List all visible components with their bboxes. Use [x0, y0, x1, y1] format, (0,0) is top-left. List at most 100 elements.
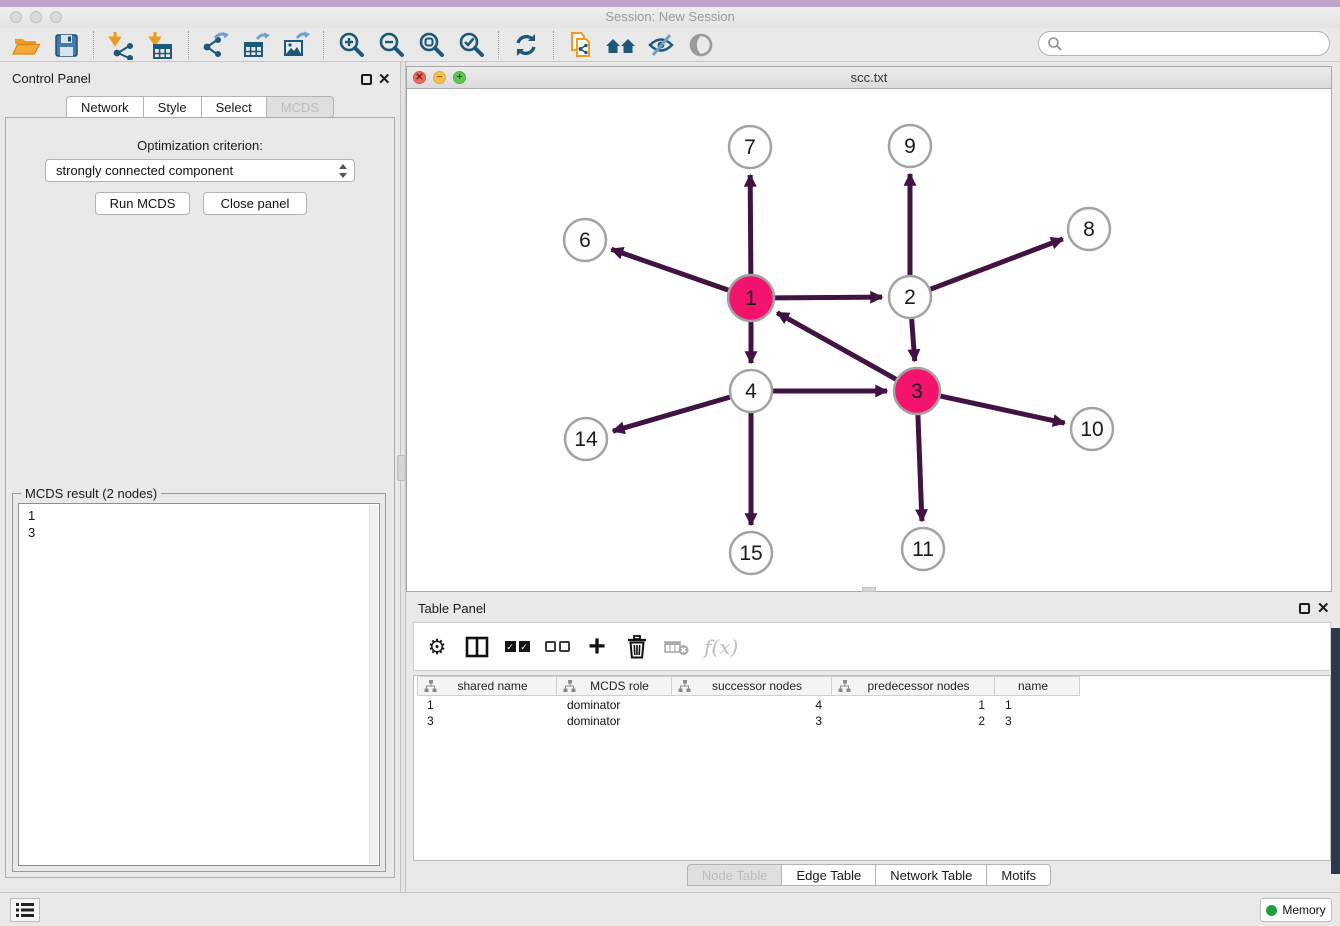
network-window-titlebar[interactable]: ✕ − + scc.txt: [407, 67, 1331, 89]
criterion-dropdown[interactable]: strongly connected component: [45, 159, 355, 182]
graph-node-11[interactable]: 11: [902, 528, 944, 570]
float-table-panel-icon[interactable]: [1299, 603, 1310, 614]
checked-box-icon: ✓: [505, 641, 516, 652]
table-settings-button[interactable]: ⚙: [424, 632, 450, 662]
table-row[interactable]: 1dominator411: [417, 697, 1327, 713]
tab-edge-table[interactable]: Edge Table: [781, 864, 875, 886]
memory-button[interactable]: Memory: [1260, 898, 1332, 922]
tab-node-table[interactable]: Node Table: [687, 864, 782, 886]
tab-select[interactable]: Select: [201, 96, 266, 118]
table-cell[interactable]: 3: [672, 713, 832, 729]
tab-network[interactable]: Network: [66, 96, 143, 118]
maximize-window-button[interactable]: [50, 11, 62, 23]
column-header-predecessor-nodes[interactable]: predecessor nodes: [832, 676, 995, 696]
column-header-name[interactable]: name: [995, 676, 1080, 696]
table-cell[interactable]: 4: [672, 697, 832, 713]
zoom-in-button[interactable]: [331, 29, 371, 61]
import-table-button[interactable]: [141, 29, 181, 61]
search-input[interactable]: [1063, 34, 1329, 54]
graph-edge-2-8[interactable]: [931, 239, 1063, 289]
network-canvas[interactable]: 1 2 3 4 6 7 8 9 10 11 14 15: [407, 89, 1331, 591]
zoom-selected-button[interactable]: [451, 29, 491, 61]
divider-handle[interactable]: [397, 455, 406, 481]
graph-edge-3-11[interactable]: [918, 415, 922, 521]
graph-node-7[interactable]: 7: [729, 126, 771, 168]
refresh-view-button[interactable]: [506, 29, 546, 61]
add-column-button[interactable]: +: [584, 632, 610, 662]
table-cell[interactable]: 3: [995, 713, 1080, 729]
table-body: 1dominator4113dominator323: [417, 697, 1327, 729]
tab-mcds[interactable]: MCDS: [266, 96, 334, 118]
table-cell[interactable]: 2: [832, 713, 995, 729]
column-header-label: successor nodes: [691, 679, 831, 693]
table-cell[interactable]: dominator: [557, 697, 672, 713]
graph-node-1[interactable]: 1: [728, 275, 774, 321]
table-cell[interactable]: 1: [417, 697, 557, 713]
export-network-button[interactable]: [196, 29, 236, 61]
export-image-button[interactable]: [276, 29, 316, 61]
window-title: Session: New Session: [0, 7, 1340, 27]
function-builder-button[interactable]: f(x): [704, 632, 738, 662]
minimize-window-button[interactable]: [30, 11, 42, 23]
table-cell[interactable]: 1: [832, 697, 995, 713]
table-cell[interactable]: dominator: [557, 713, 672, 729]
graph-node-6[interactable]: 6: [564, 219, 606, 261]
graph-edge-4-14[interactable]: [613, 397, 730, 431]
export-table-button[interactable]: [236, 29, 276, 61]
graph-edge-2-3[interactable]: [912, 319, 915, 361]
graph-node-4[interactable]: 4: [730, 370, 772, 412]
close-window-button[interactable]: [10, 11, 22, 23]
graph-node-3[interactable]: 3: [894, 368, 940, 414]
column-header-shared-name[interactable]: shared name: [417, 676, 557, 696]
graph-edge-3-10[interactable]: [940, 396, 1064, 423]
graph-node-14[interactable]: 14: [565, 418, 607, 460]
network-maximize-button[interactable]: +: [453, 71, 466, 84]
graph-node-8[interactable]: 8: [1068, 208, 1110, 250]
column-header-successor-nodes[interactable]: successor nodes: [672, 676, 832, 696]
result-scrollbar[interactable]: [369, 505, 378, 864]
chevron-up-down-icon: [338, 163, 348, 185]
float-panel-icon[interactable]: [361, 74, 372, 85]
table-toolbar: ⚙ ✓✓ + f(x): [413, 622, 1331, 671]
graph-edge-1-6[interactable]: [611, 249, 728, 290]
graph-edge-1-7[interactable]: [750, 175, 751, 274]
home-button[interactable]: [601, 29, 641, 61]
save-session-button[interactable]: [46, 29, 86, 61]
graph-edge-3-1[interactable]: [777, 313, 896, 380]
delete-table-button[interactable]: [664, 632, 690, 662]
split-panel-button[interactable]: [464, 632, 490, 662]
toggle-visibility-button[interactable]: [641, 29, 681, 61]
close-panel-button[interactable]: Close panel: [203, 192, 307, 215]
task-history-button[interactable]: [10, 898, 40, 922]
open-session-button[interactable]: [6, 29, 46, 61]
table-row[interactable]: 3dominator323: [417, 713, 1327, 729]
network-resize-handle[interactable]: [862, 587, 876, 592]
tab-style[interactable]: Style: [143, 96, 201, 118]
network-close-button[interactable]: ✕: [413, 71, 426, 84]
mcds-result-textarea[interactable]: 1 3: [18, 503, 380, 866]
column-header-MCDS-role[interactable]: MCDS role: [557, 676, 672, 696]
graph-node-15[interactable]: 15: [730, 532, 772, 574]
tab-network-table[interactable]: Network Table: [875, 864, 986, 886]
copy-network-button[interactable]: [561, 29, 601, 61]
deselect-all-button[interactable]: [544, 632, 570, 662]
run-mcds-button[interactable]: Run MCDS: [95, 192, 190, 215]
close-panel-icon[interactable]: ✕: [378, 74, 391, 85]
search-box[interactable]: [1038, 31, 1330, 56]
graph-edge-1-2[interactable]: [775, 297, 882, 298]
zoom-fit-button[interactable]: [411, 29, 451, 61]
eye-button[interactable]: [681, 29, 721, 61]
table-cell[interactable]: 1: [995, 697, 1080, 713]
select-all-button[interactable]: ✓✓: [504, 632, 530, 662]
network-minimize-button[interactable]: −: [433, 71, 446, 84]
delete-column-button[interactable]: [624, 632, 650, 662]
close-table-panel-icon[interactable]: ✕: [1317, 603, 1330, 614]
table-cell[interactable]: 3: [417, 713, 557, 729]
graph-node-2[interactable]: 2: [889, 276, 931, 318]
import-network-button[interactable]: [101, 29, 141, 61]
tab-motifs[interactable]: Motifs: [986, 864, 1051, 886]
graph-node-10[interactable]: 10: [1071, 408, 1113, 450]
network-window-title: scc.txt: [407, 67, 1331, 88]
graph-node-9[interactable]: 9: [889, 125, 931, 167]
zoom-out-button[interactable]: [371, 29, 411, 61]
